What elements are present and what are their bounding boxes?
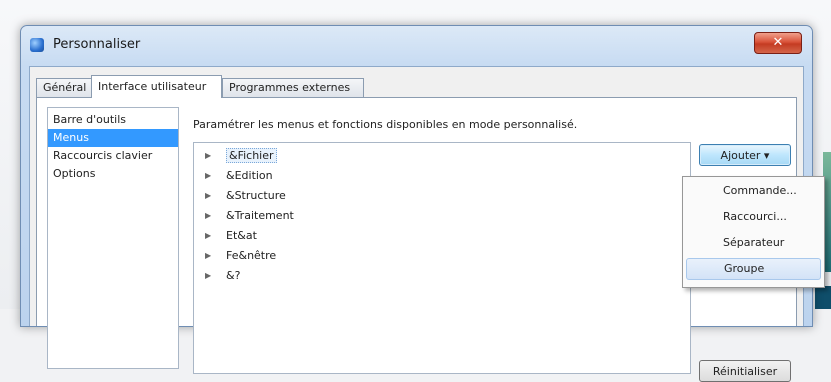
expand-arrow-icon[interactable]: ▶ (205, 246, 211, 266)
menu-item-command[interactable]: Commande... (686, 180, 821, 202)
close-button[interactable]: ✕ (754, 32, 802, 54)
tree-item-label: Et&at (226, 229, 257, 242)
tree-item-label: &Traitement (226, 209, 294, 222)
add-dropdown-button[interactable]: Ajouter ▾ (699, 144, 791, 166)
menu-item-group[interactable]: Groupe (686, 258, 821, 280)
expand-arrow-icon[interactable]: ▶ (205, 186, 211, 206)
expand-arrow-icon[interactable]: ▶ (205, 206, 211, 226)
nav-item-options[interactable]: Options (48, 165, 178, 183)
expand-arrow-icon[interactable]: ▶ (205, 146, 211, 166)
tree-item[interactable]: ▶ Fe&nêtre (194, 246, 690, 266)
window-title: Personnaliser (53, 37, 141, 52)
tree-item[interactable]: ▶ &? (194, 266, 690, 286)
expand-arrow-icon[interactable]: ▶ (205, 226, 211, 246)
reset-button[interactable]: Réinitialiser (699, 360, 791, 382)
section-description: Paramétrer les menus et fonctions dispon… (193, 118, 578, 131)
nav-item-toolbar[interactable]: Barre d'outils (48, 111, 178, 129)
tree-item-label: &Structure (226, 189, 286, 202)
add-dropdown-menu: Commande... Raccourci... Séparateur Grou… (682, 176, 825, 288)
tree-item-label: &Edition (226, 169, 273, 182)
app-icon (30, 38, 44, 52)
tree-item[interactable]: ▶ &Structure (194, 186, 690, 206)
tree-item[interactable]: ▶ &Fichier (194, 146, 690, 166)
tree-item-label: &? (226, 269, 241, 282)
title-bar[interactable]: Personnaliser ✕ (21, 26, 812, 66)
category-list: Barre d'outils Menus Raccourcis clavier … (47, 107, 179, 369)
menu-item-separator[interactable]: Séparateur (686, 232, 821, 254)
menu-tree: ▶ &Fichier ▶ &Edition ▶ &Structure ▶ &Tr… (193, 142, 691, 374)
tree-item-label: &Fichier (226, 148, 277, 163)
menu-item-shortcut[interactable]: Raccourci... (686, 206, 821, 228)
expand-arrow-icon[interactable]: ▶ (205, 266, 211, 286)
tree-item[interactable]: ▶ &Traitement (194, 206, 690, 226)
background-window-corner (815, 286, 831, 309)
tab-user-interface[interactable]: Interface utilisateur (91, 75, 222, 98)
nav-item-menus[interactable]: Menus (48, 129, 178, 147)
expand-arrow-icon[interactable]: ▶ (205, 166, 211, 186)
nav-item-keyboard-shortcuts[interactable]: Raccourcis clavier (48, 147, 178, 165)
tab-external-programs[interactable]: Programmes externes (222, 78, 364, 97)
tree-item[interactable]: ▶ Et&at (194, 226, 690, 246)
tree-item[interactable]: ▶ &Edition (194, 166, 690, 186)
tab-general[interactable]: Général (36, 78, 92, 97)
tree-item-label: Fe&nêtre (226, 249, 277, 262)
